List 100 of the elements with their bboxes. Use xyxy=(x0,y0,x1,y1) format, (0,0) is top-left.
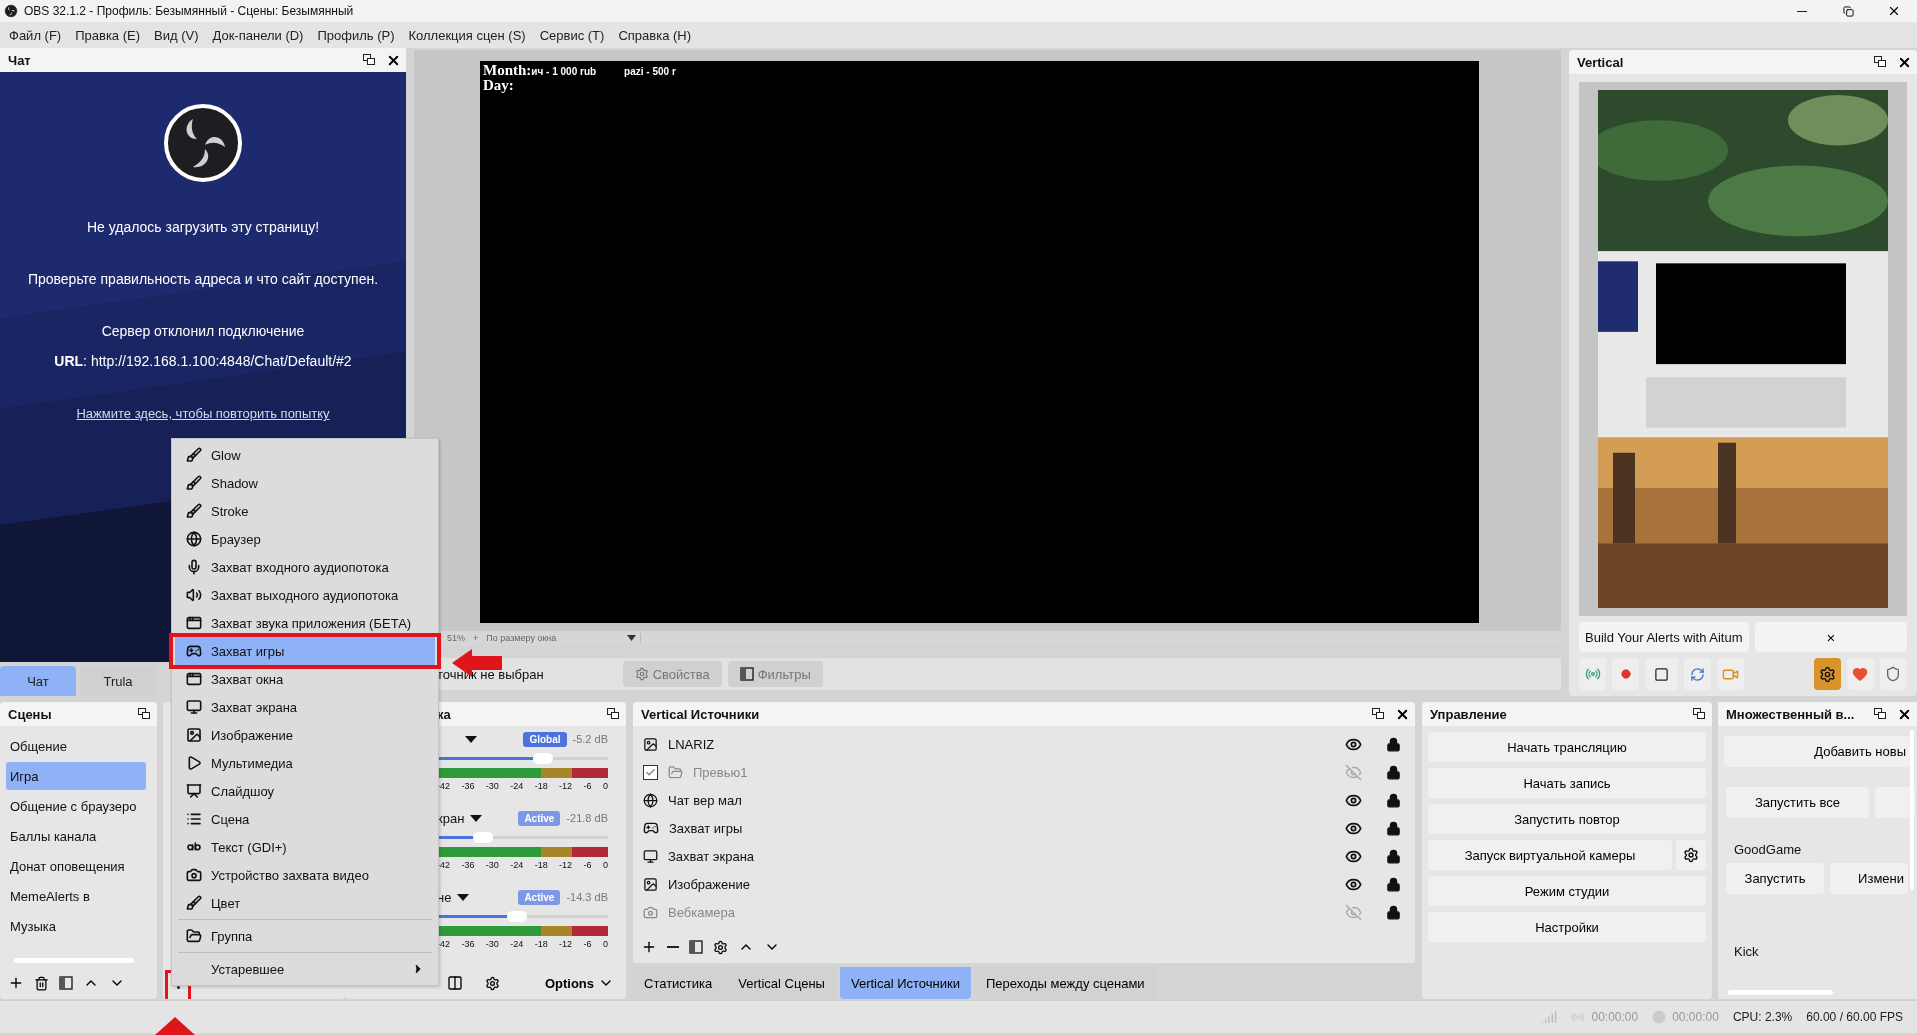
meter-tick-label: -36 xyxy=(461,939,475,949)
menu-item[interactable]: Захват входного аудиопотока xyxy=(175,553,435,581)
layout-button[interactable] xyxy=(445,973,465,993)
scene-item[interactable]: MemeAlerts в xyxy=(6,882,146,910)
dock-tab[interactable]: Vertical Источники xyxy=(839,967,971,999)
control-button[interactable]: Запуск виртуальной камеры xyxy=(1428,840,1672,870)
close-icon xyxy=(1887,4,1901,18)
lock-toggle[interactable] xyxy=(1386,792,1401,808)
menu-item[interactable]: Док-панели (D) xyxy=(205,23,311,47)
control-button[interactable]: Режим студии xyxy=(1428,876,1706,906)
dock-tab[interactable]: Чат xyxy=(0,666,76,696)
menu-item[interactable]: Группа xyxy=(175,922,435,950)
monitor-icon xyxy=(186,699,202,715)
start-all-button[interactable]: Запустить все xyxy=(1726,787,1869,818)
settings-button[interactable] xyxy=(1676,840,1706,870)
replay-icon xyxy=(1689,666,1705,682)
filters-button[interactable] xyxy=(57,974,75,992)
tool-button[interactable] xyxy=(1813,658,1841,690)
scene-item[interactable]: Донат оповещения xyxy=(6,852,146,880)
square-icon xyxy=(1653,666,1669,682)
dock-title: Множественный в... xyxy=(1726,706,1855,722)
control-button[interactable]: Настройки xyxy=(1428,912,1706,942)
dot-icon xyxy=(176,985,180,989)
float-icon xyxy=(607,708,619,720)
checkbox[interactable] xyxy=(643,764,658,780)
menu-item[interactable]: Вид (V) xyxy=(147,23,206,47)
source-item[interactable]: Захват экрана xyxy=(643,842,1407,870)
menu-item[interactable]: Сцена xyxy=(175,805,435,833)
lock-toggle[interactable] xyxy=(1386,848,1401,864)
zoom-select[interactable]: По размеру окна xyxy=(486,633,642,643)
window-icon xyxy=(186,615,202,631)
menu-item[interactable]: Захват звука приложения (БЕТА) xyxy=(175,609,435,637)
folder-icon xyxy=(186,928,202,944)
menu-item[interactable]: Цвет xyxy=(175,889,435,917)
control-button[interactable]: Запустить повтор xyxy=(1428,804,1706,834)
control-button[interactable]: Начать трансляцию xyxy=(1428,732,1706,762)
menu-item[interactable]: Устаревшее xyxy=(175,955,435,983)
lock-toggle[interactable] xyxy=(1386,904,1401,920)
scene-item[interactable]: Общение xyxy=(6,732,146,760)
scene-item[interactable]: Музыка xyxy=(6,912,146,940)
menu-item[interactable]: Мультимедиа xyxy=(175,749,435,777)
meter-tick-label: -6 xyxy=(583,781,592,791)
meter-tick-label: -24 xyxy=(510,860,524,870)
source-item[interactable]: Изображение xyxy=(643,870,1407,898)
menu-item[interactable]: Слайдшоу xyxy=(175,777,435,805)
visibility-toggle[interactable] xyxy=(1345,763,1362,781)
options-button[interactable]: Options xyxy=(538,974,620,992)
meter-tick-label: -24 xyxy=(510,781,524,791)
broadcast-icon xyxy=(1584,666,1601,682)
scene-item[interactable]: Баллы канала xyxy=(6,822,146,850)
menu-item[interactable]: Изображение xyxy=(175,721,435,749)
lock-toggle[interactable] xyxy=(1386,764,1401,780)
visibility-toggle[interactable] xyxy=(1345,903,1362,921)
menu-item[interactable]: Правка (E) xyxy=(68,23,148,47)
menu-item[interactable]: Сервис (T) xyxy=(532,23,612,47)
service-button[interactable]: Измени xyxy=(1830,863,1908,894)
filters-button[interactable] xyxy=(687,938,705,956)
source-item[interactable]: Захват игры xyxy=(643,814,1407,842)
error-hint: Проверьте правильность адреса и что сайт доступен. xyxy=(27,271,379,287)
control-button[interactable]: Начать запись xyxy=(1428,768,1706,798)
preview-text: pazi - 500 r xyxy=(624,66,676,77)
scene-item[interactable]: Общение с браузеро xyxy=(6,792,146,820)
volume-slider[interactable] xyxy=(437,830,608,844)
menu-item[interactable]: Текст (GDI+) xyxy=(175,833,435,861)
lock-icon xyxy=(1386,764,1401,780)
service-button[interactable]: Запустить xyxy=(1726,863,1824,894)
menu-item[interactable]: Захват экрана xyxy=(175,693,435,721)
columns-icon xyxy=(447,975,463,991)
menu-item[interactable]: Захват выходного аудиопотока xyxy=(175,581,435,609)
menu-item[interactable]: Браузер xyxy=(175,525,435,553)
zoom-in-button[interactable]: + xyxy=(473,633,479,643)
dock-tab[interactable]: Trula xyxy=(80,666,156,696)
retry-link[interactable]: Нажмите здесь, чтобы повторить попытку xyxy=(76,406,330,421)
dismiss-button[interactable]: × xyxy=(1754,622,1907,652)
source-label: Превью1 xyxy=(693,764,749,780)
menu-item[interactable]: Shadow xyxy=(175,469,435,497)
restore-icon xyxy=(1842,5,1854,17)
menu-item[interactable]: Файл (F) xyxy=(2,23,69,47)
menu-item[interactable]: Справка (H) xyxy=(611,23,699,47)
lock-toggle[interactable] xyxy=(1386,876,1401,892)
volume-slider[interactable] xyxy=(437,751,608,765)
window-title: OBS 32.1.2 - Профиль: Безымянный - Сцены: Безымянный xyxy=(24,4,354,18)
menu-item[interactable]: Захват окна xyxy=(175,665,435,693)
source-item[interactable]: Чат вер мал xyxy=(643,786,1407,814)
menu-item[interactable]: Устройство захвата видео xyxy=(175,861,435,889)
tool-button[interactable] xyxy=(1645,658,1678,690)
menu-item[interactable]: Коллекция сцен (S) xyxy=(401,23,533,47)
add-output-button[interactable]: Добавить новы xyxy=(1724,736,1910,767)
volume-slider[interactable] xyxy=(437,909,608,923)
scene-item[interactable]: Игра xyxy=(6,762,146,790)
menu-item[interactable]: Stroke xyxy=(175,497,435,525)
lock-toggle[interactable] xyxy=(1386,820,1401,836)
menu-item[interactable]: Glow xyxy=(175,441,435,469)
image-icon xyxy=(643,736,658,752)
menu-item[interactable]: Профиль (P) xyxy=(310,23,402,47)
lock-toggle[interactable] xyxy=(1386,736,1401,752)
meter-tick-label: 0 xyxy=(602,939,608,949)
lock-icon xyxy=(1386,848,1401,864)
meter-tick-label: -30 xyxy=(485,781,499,791)
source-item[interactable]: LNARIZ xyxy=(643,730,1407,758)
